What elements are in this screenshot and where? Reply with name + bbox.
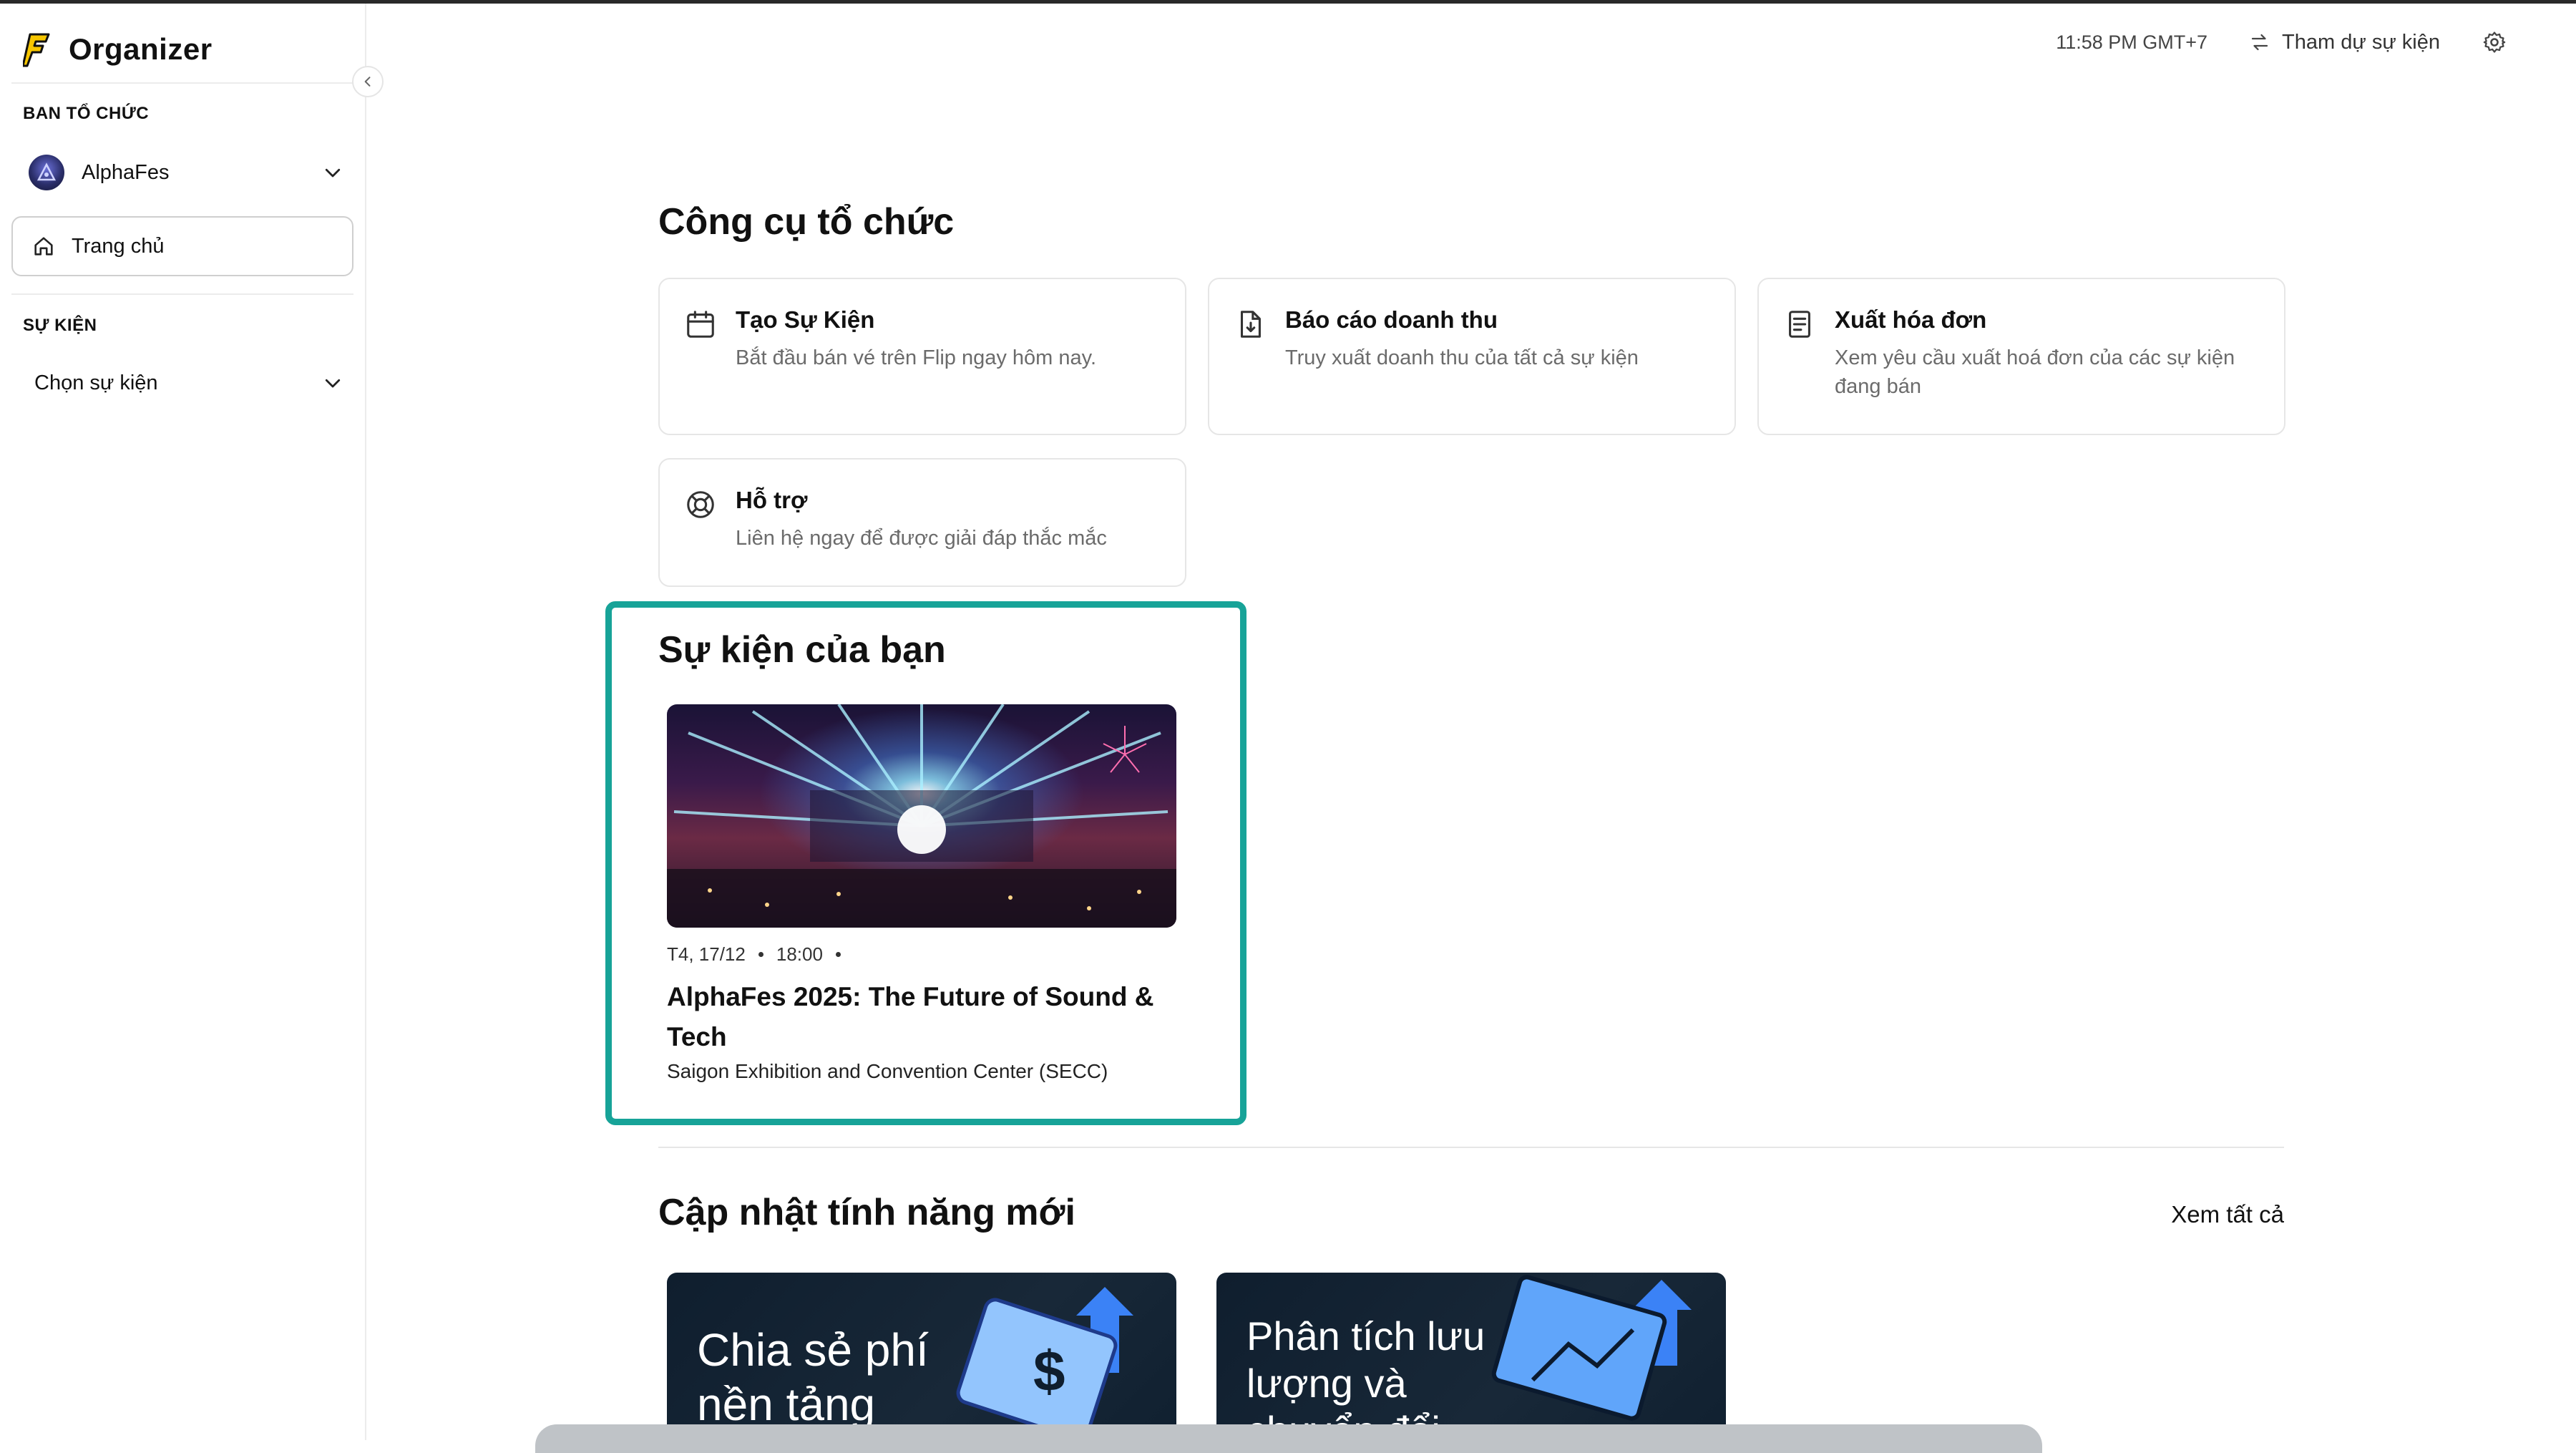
sidebar: Organizer BAN TỔ CHỨC AlphaFes Trang chủ… [0, 4, 366, 1440]
switch-icon [2251, 34, 2268, 51]
feature-card-text: Phân tích lưu lượng và chuyển đổi [1246, 1313, 1485, 1440]
export-invoice-card[interactable]: Xuất hóa đơn Xem yêu cầu xuất hoá đơn củ… [1757, 278, 2285, 435]
home-icon [34, 237, 53, 256]
attend-events-button[interactable]: Tham dự sự kiện [2249, 31, 2440, 54]
window-top-border [0, 0, 2576, 4]
gear-icon [2483, 31, 2506, 53]
event-banner-image [667, 704, 1176, 928]
tool-card-title: Tạo Sự Kiện [736, 306, 875, 333]
see-all-link[interactable]: Xem tất cả [2171, 1201, 2284, 1228]
sidebar-item-label: Trang chủ [72, 234, 165, 258]
sidebar-divider [11, 293, 353, 295]
organizer-select[interactable]: AlphaFes [29, 151, 343, 194]
lifebuoy-icon [687, 491, 714, 518]
event-day: T4, 17/12 [667, 943, 746, 965]
organizer-section-label: BAN TỔ CHỨC [23, 104, 150, 123]
create-event-card[interactable]: Tạo Sự Kiện Bắt đầu bán vé trên Flip nga… [658, 278, 1186, 435]
feature-card-platform-fee[interactable]: Chia sẻ phí nền tảng $ [667, 1273, 1176, 1440]
support-card[interactable]: Hỗ trợ Liên hệ ngay để được giải đáp thắ… [658, 458, 1186, 587]
tool-card-description: Truy xuất doanh thu của tất cả sự kiện [1285, 346, 1639, 369]
separator-dot [758, 952, 763, 957]
svg-text:$: $ [1033, 1339, 1065, 1403]
chevron-down-icon [325, 379, 341, 388]
tool-card-description: Liên hệ ngay để được giải đáp thắc mắc [736, 527, 1107, 550]
sidebar-item-home[interactable]: Trang chủ [11, 216, 353, 276]
invoice-icon [1789, 311, 1810, 338]
calendar-icon [687, 311, 714, 338]
tool-card-title: Báo cáo doanh thu [1285, 306, 1498, 333]
event-card[interactable]: T4, 17/12 18:00 AlphaFes 2025: The Futur… [667, 704, 1176, 1083]
analytics-illustration-icon [1491, 1275, 1692, 1421]
attend-events-label: Tham dự sự kiện [2282, 30, 2440, 54]
event-time: 18:00 [776, 943, 823, 965]
sidebar-divider [11, 82, 353, 84]
ticket-illustration-icon: $ [956, 1287, 1133, 1440]
separator-dot [835, 952, 841, 957]
collapse-sidebar-button[interactable] [352, 66, 384, 97]
settings-button[interactable] [2482, 29, 2507, 55]
revenue-report-card[interactable]: Báo cáo doanh thu Truy xuất doanh thu củ… [1208, 278, 1736, 435]
bottom-taskbar [535, 1424, 2042, 1453]
events-section-label: SỰ KIỆN [23, 316, 97, 335]
tool-card-title: Xuất hóa đơn [1835, 306, 1987, 333]
chevron-left-icon [364, 77, 371, 87]
section-divider [658, 1147, 2284, 1148]
organizer-name: AlphaFes [82, 160, 170, 184]
report-download-icon [1240, 311, 1261, 338]
tool-card-description: Xem yêu cầu xuất hoá đơn của các sự kiện… [1835, 346, 2235, 398]
current-time: 11:58 PM GMT+7 [2056, 31, 2208, 53]
event-title: AlphaFes 2025: The Future of Sound & Tec… [667, 982, 1154, 1051]
feature-card-traffic-analytics[interactable]: Phân tích lưu lượng và chuyển đổi [1216, 1273, 1726, 1440]
features-section-title: Cập nhật tính năng mới [658, 1192, 1075, 1233]
brand[interactable]: Organizer [23, 28, 213, 71]
event-venue: Saigon Exhibition and Convention Center … [667, 1060, 1108, 1082]
tools-section-title: Công cụ tổ chức [658, 201, 955, 243]
header-actions: 11:58 PM GMT+7 Tham dự sự kiện [2056, 24, 2507, 60]
event-select[interactable]: Chọn sự kiện [34, 361, 343, 404]
events-section-title: Sự kiện của bạn [658, 629, 946, 671]
flip-logo-icon [23, 33, 50, 67]
event-select-label: Chọn sự kiện [34, 371, 158, 394]
tool-card-title: Hỗ trợ [736, 487, 808, 513]
alphafes-logo-icon [36, 162, 57, 181]
event-datetime: T4, 17/12 18:00 [667, 943, 1176, 966]
avatar [29, 155, 64, 190]
tool-card-description: Bắt đầu bán vé trên Flip ngay hôm nay. [736, 346, 1097, 369]
brand-name: Organizer [69, 32, 213, 66]
feature-card-text: Chia sẻ phí nền tảng [697, 1324, 929, 1430]
chevron-down-icon [325, 168, 341, 178]
